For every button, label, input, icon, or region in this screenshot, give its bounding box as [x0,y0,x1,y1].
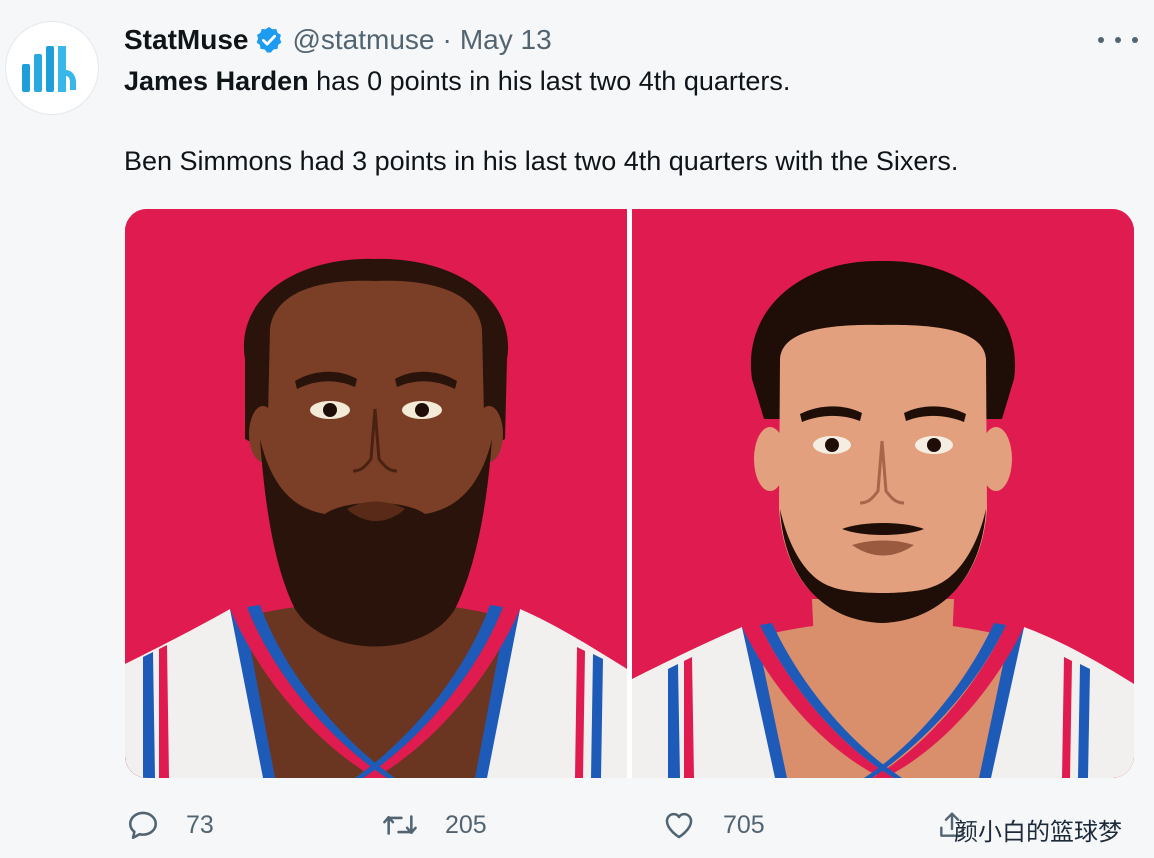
verified-badge-icon [257,26,282,53]
retweet-count: 205 [445,810,487,839]
retweet-button[interactable]: 205 [381,804,487,846]
reply-icon [128,811,158,840]
simmons-portrait-illustration [632,209,1134,778]
handle[interactable]: @statmuse [292,24,434,56]
retweet-icon [383,815,417,835]
tweet-text-line-2: Ben Simmons had 3 points in his last two… [124,146,959,176]
tweet-text-rest: has 0 points in his last two 4th quarter… [308,66,791,96]
player-mention: James Harden [124,66,309,96]
like-count: 705 [723,810,765,839]
reply-count: 73 [186,810,214,839]
separator: · [442,24,452,55]
display-name[interactable]: StatMuse [124,24,248,56]
tweet-date[interactable]: May 13 [460,24,552,56]
avatar[interactable] [6,22,98,114]
more-dot [1098,37,1104,43]
tweet-header: StatMuse @statmuse · May 13 [124,22,552,58]
heart-icon [665,812,693,839]
watermark-text: 颜小白的篮球梦 [954,819,1122,846]
tweet-media[interactable] [125,209,1134,778]
media-image-simmons[interactable] [632,209,1134,778]
more-dot [1115,37,1121,43]
media-image-harden[interactable] [125,209,627,778]
harden-portrait-illustration [125,209,627,778]
statmuse-logo-icon [22,46,76,92]
more-dot [1132,37,1138,43]
reply-button[interactable]: 73 [126,804,214,846]
tweet[interactable]: StatMuse @statmuse · May 13 James Harden… [0,0,1154,858]
like-button[interactable]: 705 [661,804,765,846]
more-options-icon[interactable] [1098,26,1138,54]
tweet-text-line-1: James Harden has 0 points in his last tw… [124,66,790,97]
